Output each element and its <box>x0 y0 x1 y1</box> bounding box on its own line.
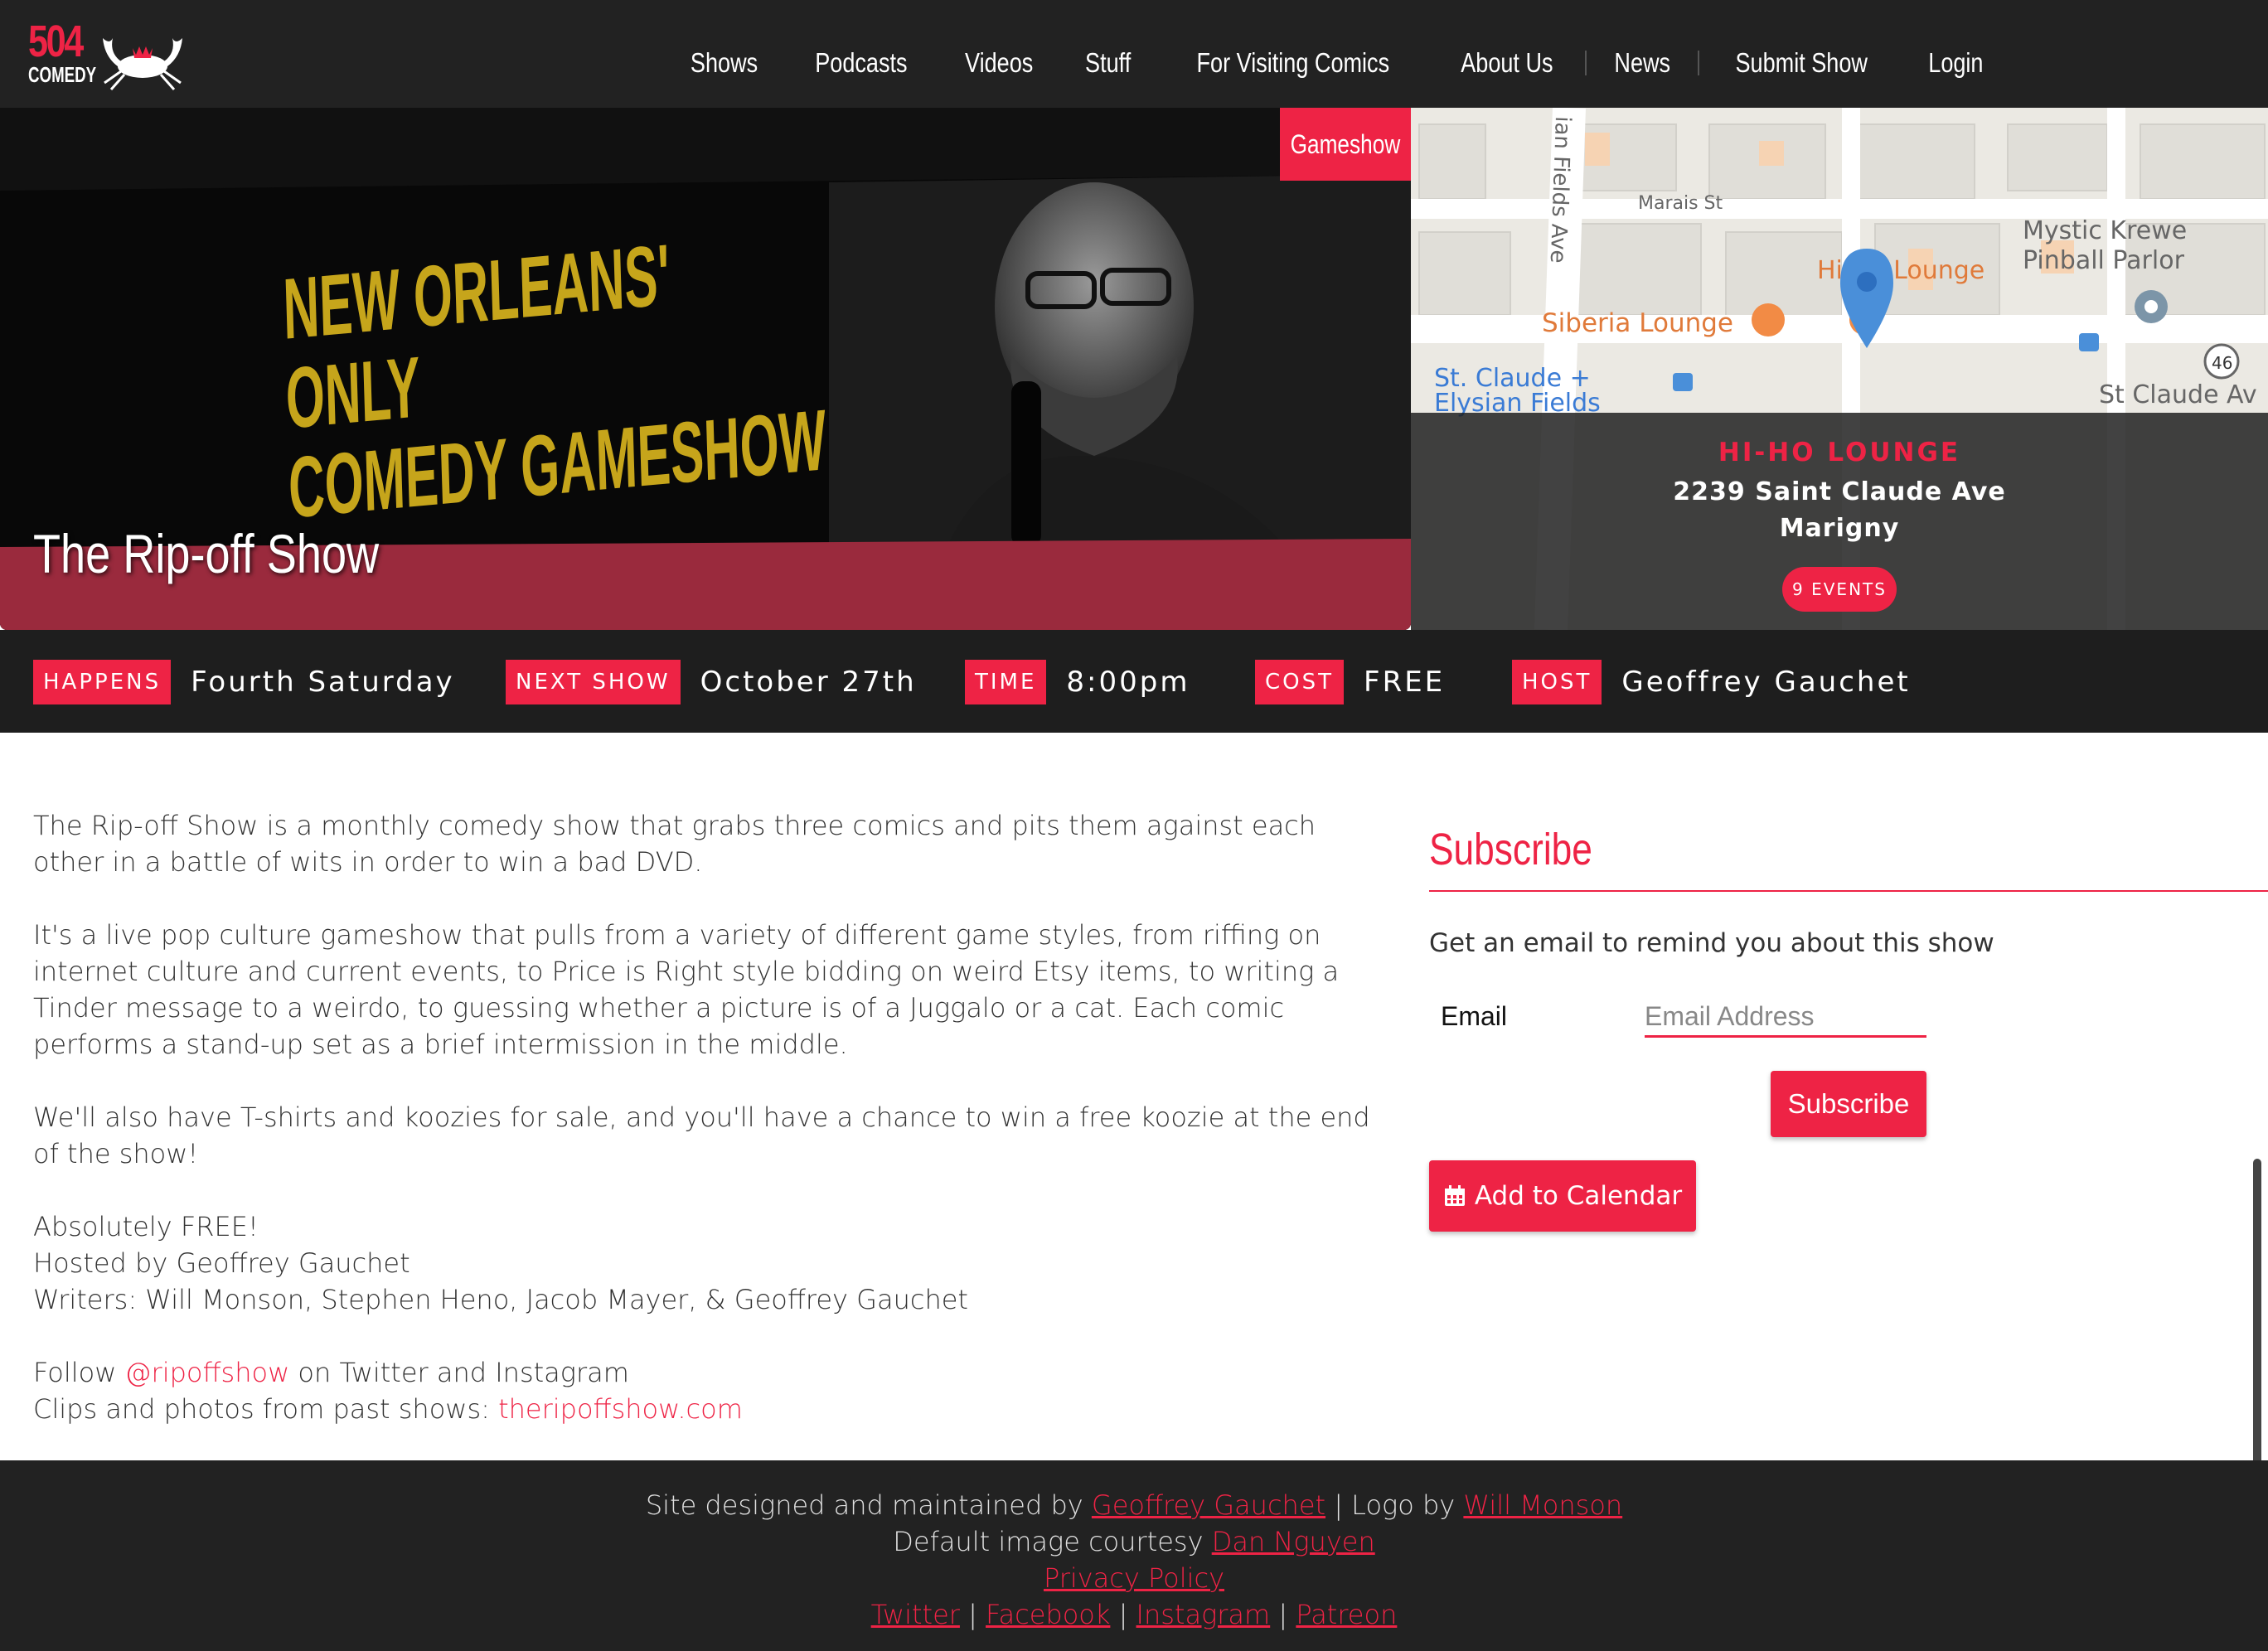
footer-separator: | <box>1270 1599 1296 1630</box>
nav-news[interactable]: News <box>1614 47 1670 79</box>
desc-free: Absolutely FREE! <box>33 1211 259 1242</box>
info-cost: Cost FREE <box>1255 660 1445 704</box>
hero-slogan: NEW ORLEANS' ONLY COMEDY GAMESHOW <box>282 216 827 537</box>
footer-image-credit: Default image courtesy Dan Nguyen <box>0 1523 2268 1560</box>
next-show-value: October 27th <box>700 666 917 699</box>
show-hero-image: NEW ORLEANS' ONLY COMEDY GAMESHOW The Ri… <box>0 108 1411 630</box>
happens-value: Fourth Saturday <box>191 666 455 699</box>
venue-events-badge[interactable]: 9 EVENTS <box>1782 567 1897 612</box>
desc-paragraph: We'll also have T-shirts and koozies for… <box>33 1101 1370 1169</box>
time-value: 8:00pm <box>1066 666 1190 699</box>
nav-divider <box>1584 51 1587 75</box>
next-show-label: Next Show <box>506 660 681 704</box>
nav-visiting-comics[interactable]: For Visiting Comics <box>1197 47 1390 79</box>
facebook-link[interactable]: Facebook <box>986 1599 1110 1630</box>
footer-separator: | <box>959 1599 986 1630</box>
show-info-bar: Happens Fourth Saturday Next Show Octobe… <box>0 630 2268 733</box>
show-description: The Rip-off Show is a monthly comedy sho… <box>33 807 1393 1464</box>
site-logo[interactable]: 504 COMEDY <box>28 17 191 91</box>
street-label: St Claude Av <box>2099 380 2257 409</box>
footer-image-prefix: Default image courtesy <box>893 1526 1212 1557</box>
nav-podcasts[interactable]: Podcasts <box>815 47 907 79</box>
main-menu: Shows Podcasts Videos Stuff For Visiting… <box>663 40 2009 86</box>
subscribe-heading: Subscribe <box>1429 825 1592 874</box>
subscribe-button[interactable]: Subscribe <box>1771 1071 1926 1137</box>
host-label: Host <box>1512 660 1602 704</box>
happens-label: Happens <box>33 660 172 704</box>
cost-value: FREE <box>1364 666 1446 699</box>
place-label: Pinball Parlor <box>2023 246 2185 275</box>
subscribe-description: Get an email to remind you about this sh… <box>1429 928 1994 958</box>
desc-details: Absolutely FREE! Hosted by Geoffrey Gauc… <box>33 1208 1393 1318</box>
footer-designer-link[interactable]: Geoffrey Gauchet <box>1092 1489 1325 1521</box>
venue-overlay: HI-HO LOUNGE 2239 Saint Claude Ave Marig… <box>1411 413 2268 630</box>
info-happens: Happens Fourth Saturday <box>33 660 455 704</box>
add-to-calendar-button[interactable]: Add to Calendar <box>1429 1160 1696 1232</box>
venue-name[interactable]: HI-HO LOUNGE <box>1411 438 2268 467</box>
nav-about-us[interactable]: About Us <box>1461 47 1553 79</box>
footer-privacy: Privacy Policy <box>0 1560 2268 1596</box>
footer-logo-artist-link[interactable]: Will Monson <box>1463 1489 1622 1521</box>
logo-word: COMEDY <box>28 62 97 87</box>
website-link[interactable]: theripoffshow.com <box>498 1393 743 1425</box>
nav-shows[interactable]: Shows <box>691 47 758 79</box>
footer-separator: | <box>1110 1599 1136 1630</box>
genre-label: Gameshow <box>1290 128 1401 159</box>
show-title: The Rip-off Show <box>33 523 380 584</box>
twitter-handle-link[interactable]: @ripoffshow <box>125 1357 290 1388</box>
desc-writers: Writers: Will Monson, Stephen Heno, Jaco… <box>33 1284 968 1315</box>
desc-links: Follow @ripoffshow on Twitter and Instag… <box>33 1354 1393 1427</box>
twitter-link[interactable]: Twitter <box>871 1599 960 1630</box>
place-label: Mystic Krewe <box>2023 216 2187 245</box>
crab-icon <box>103 38 182 90</box>
place-label: Siberia Lounge <box>1542 308 1733 338</box>
route-shield: 46 <box>2212 353 2232 373</box>
nav-login[interactable]: Login <box>1928 47 1983 79</box>
genre-tag[interactable]: Gameshow <box>1280 108 1411 181</box>
host-value: Geoffrey Gauchet <box>1621 666 1911 699</box>
logo-number: 504 <box>28 17 84 66</box>
follow-suffix: on Twitter and Instagram <box>289 1357 629 1388</box>
desc-paragraph: It's a live pop culture gameshow that pu… <box>33 919 1340 1060</box>
info-next-show: Next Show October 27th <box>506 660 917 704</box>
info-time: Time 8:00pm <box>965 660 1190 704</box>
info-host: Host Geoffrey Gauchet <box>1512 660 1911 704</box>
footer-designed-prefix: Site designed and maintained by <box>645 1489 1092 1521</box>
desc-hosted: Hosted by Geoffrey Gauchet <box>33 1247 410 1279</box>
clips-prefix: Clips and photos from past shows: <box>33 1393 499 1425</box>
calendar-icon <box>1444 1185 1465 1206</box>
street-label: ian Fields Ave <box>1545 116 1575 264</box>
email-label: Email <box>1441 1001 1508 1031</box>
nav-videos[interactable]: Videos <box>965 47 1033 79</box>
privacy-policy-link[interactable]: Privacy Policy <box>1044 1562 1224 1594</box>
follow-prefix: Follow <box>33 1357 125 1388</box>
venue-neighborhood: Marigny <box>1779 514 1900 543</box>
footer-social: Twitter | Facebook | Instagram | Patreon <box>0 1596 2268 1633</box>
patreon-link[interactable]: Patreon <box>1296 1599 1397 1630</box>
desc-paragraph: The Rip-off Show is a monthly comedy sho… <box>33 810 1316 878</box>
footer-logo-prefix: | Logo by <box>1325 1489 1464 1521</box>
footer-credits: Site designed and maintained by Geoffrey… <box>0 1487 2268 1523</box>
nav-divider <box>1698 51 1700 75</box>
venue-map[interactable]: ian Fields Ave Marais St Mystic Krewe Pi… <box>1411 108 2268 630</box>
site-footer: Site designed and maintained by Geoffrey… <box>0 1460 2268 1651</box>
cost-label: Cost <box>1255 660 1345 704</box>
footer-image-credit-link[interactable]: Dan Nguyen <box>1212 1526 1375 1557</box>
venue-address: 2239 Saint Claude Ave <box>1673 477 2006 506</box>
email-input[interactable] <box>1645 998 1926 1038</box>
top-navbar: 504 COMEDY Shows Podcasts Videos Stuff F… <box>0 0 2268 108</box>
nav-submit-show[interactable]: Submit Show <box>1736 47 1868 79</box>
time-label: Time <box>965 660 1047 704</box>
instagram-link[interactable]: Instagram <box>1136 1599 1271 1630</box>
subscribe-divider <box>1429 890 2268 892</box>
calendar-label: Add to Calendar <box>1474 1181 1683 1211</box>
nav-stuff[interactable]: Stuff <box>1085 47 1131 79</box>
street-label: Marais St <box>1638 193 1723 214</box>
